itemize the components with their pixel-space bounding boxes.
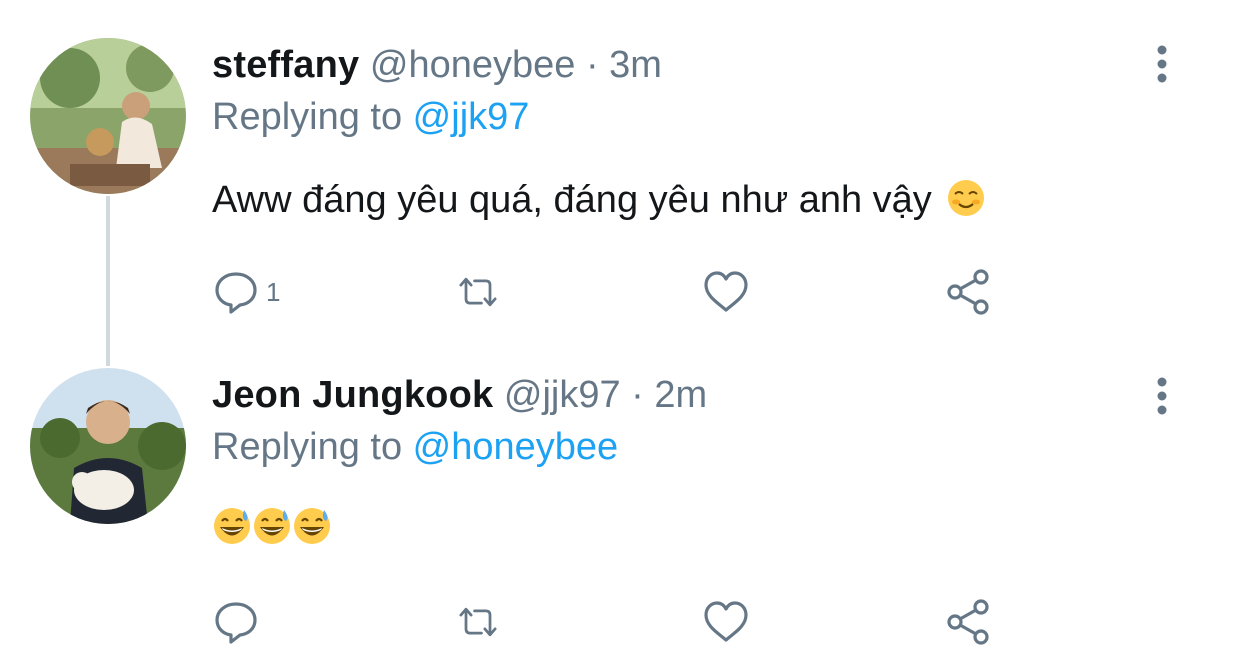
share-button[interactable] (944, 268, 992, 316)
reply-button[interactable]: 1 (212, 268, 280, 316)
display-name[interactable]: Jeon Jungkook (212, 374, 493, 416)
tweet-text-content: Aww đáng yêu quá, đáng yêu như anh vậy (212, 179, 932, 221)
reply-icon (215, 272, 257, 314)
tweet-actions (212, 598, 1012, 646)
replying-to-handle[interactable]: @jjk97 (413, 96, 530, 138)
replying-prefix: Replying to (212, 426, 413, 468)
more-vertical-icon[interactable] (1150, 44, 1174, 84)
tweet[interactable]: steffany @honeybee · 3m Replying to @jjk… (0, 0, 1242, 366)
smiling-face-icon (948, 180, 985, 216)
tweet-text: Aww đáng yêu quá, đáng yêu như anh vậy (212, 178, 986, 222)
tweet-header: steffany @honeybee · 3m (212, 44, 662, 87)
retweet-button[interactable] (454, 268, 502, 316)
timestamp[interactable]: 3m (609, 44, 662, 86)
avatar-jeon-jungkook[interactable] (30, 368, 186, 524)
more-vertical-icon[interactable] (1150, 376, 1174, 416)
replying-prefix: Replying to (212, 96, 413, 138)
separator: · (575, 44, 610, 86)
tweet-actions: 1 (212, 268, 1012, 316)
replying-to: Replying to @jjk97 (212, 96, 529, 139)
share-icon (947, 599, 989, 645)
handle[interactable]: @jjk97 (504, 374, 621, 416)
reply-button[interactable] (212, 598, 266, 646)
like-button[interactable] (702, 268, 750, 316)
tweet-header: Jeon Jungkook @jjk97 · 2m (212, 374, 707, 417)
retweet-button[interactable] (454, 598, 502, 646)
reply-count: 1 (266, 276, 281, 307)
heart-icon (704, 601, 748, 642)
handle[interactable]: @honeybee (370, 44, 576, 86)
reply-icon (215, 602, 257, 644)
tweet-text (212, 506, 332, 546)
display-name[interactable]: steffany (212, 44, 359, 86)
grinning-sweat-face-icon (294, 508, 330, 544)
share-button[interactable] (944, 598, 992, 646)
thread-line (106, 196, 110, 366)
share-icon (947, 269, 989, 315)
retweet-icon (459, 277, 497, 307)
like-button[interactable] (702, 598, 750, 646)
separator: · (620, 374, 655, 416)
avatar-steffany[interactable] (30, 38, 186, 194)
heart-icon (704, 271, 748, 312)
replying-to-handle[interactable]: @honeybee (413, 426, 619, 468)
grinning-sweat-face-icon (214, 508, 250, 544)
tweet[interactable]: Jeon Jungkook @jjk97 · 2m Replying to @h… (0, 360, 1242, 666)
replying-to: Replying to @honeybee (212, 426, 618, 469)
grinning-sweat-face-icon (254, 508, 290, 544)
retweet-icon (459, 607, 497, 637)
timestamp[interactable]: 2m (654, 374, 707, 416)
